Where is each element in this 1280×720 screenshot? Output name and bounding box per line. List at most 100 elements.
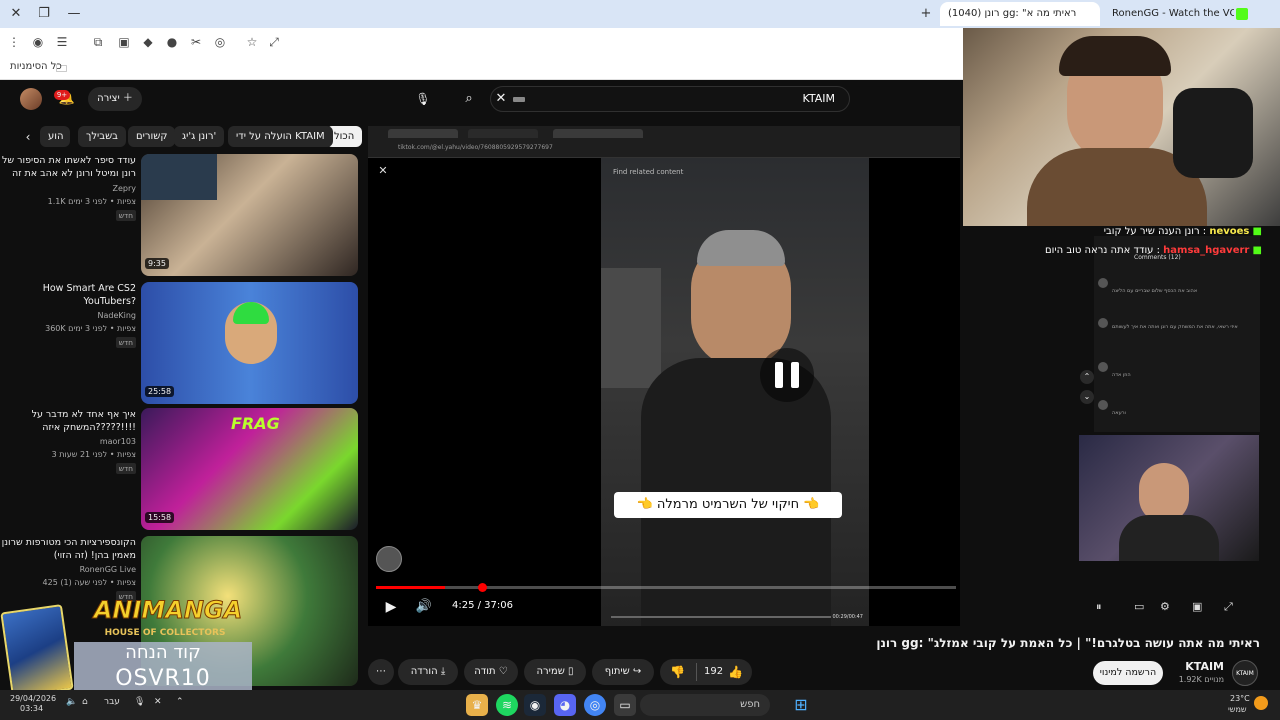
puzzle-icon[interactable]: ⧉ (90, 34, 106, 50)
more-actions-icon[interactable]: ⋯ (368, 659, 394, 685)
microphone-icon[interactable]: 🎙 (412, 88, 434, 110)
extension-icon[interactable]: ◉ (30, 34, 46, 50)
chip-uploaded-by[interactable]: הועלה על ידי KTAIM (228, 126, 333, 147)
tab-ronengg-vod[interactable]: RonenGG - Watch the VOD on (1104, 2, 1234, 26)
file-explorer-icon[interactable]: ▭ (614, 694, 636, 716)
channel-avatar[interactable]: KTAIM (1232, 660, 1258, 686)
chat-username[interactable]: hamsa_hgaverr (1163, 245, 1249, 256)
chevron-up-icon[interactable]: ⌃ (176, 697, 184, 707)
video-title[interactable]: איך אף אחד לא מדבר על המשחק איזה?????!!!… (0, 408, 136, 434)
kick-pause-icon[interactable]: ⏸ (1096, 600, 1102, 614)
save-button[interactable]: שמירה ▯ (524, 659, 586, 685)
window-minimize-icon[interactable]: — (64, 4, 84, 24)
chrome-icon[interactable]: ◎ (584, 694, 606, 716)
volume-icon[interactable]: 🔊 (414, 598, 434, 616)
theater-icon[interactable]: ▣ (1192, 600, 1202, 613)
language-indicator[interactable]: עבר (104, 697, 120, 707)
extension-icon-6[interactable]: ✂ (188, 34, 204, 50)
chip-for-you[interactable]: בשבילך (78, 126, 126, 147)
app-icon[interactable]: ♛ (466, 694, 488, 716)
extension-icon-3[interactable]: ▣ (116, 34, 132, 50)
settings-icon[interactable]: ⚙ (1160, 600, 1170, 613)
new-tab-button[interactable]: + (916, 4, 936, 24)
thanks-button[interactable]: תודה ♡ (464, 659, 518, 685)
download-label: הורדה (410, 666, 438, 677)
scroll-down-icon[interactable]: ⌄ (1080, 390, 1094, 404)
play-icon[interactable]: ▶ (382, 598, 400, 616)
list-item[interactable]: FRAG 15:58 איך אף אחד לא מדבר על המשחק א… (0, 408, 360, 534)
video-title[interactable]: עודד סיפר לאשתו את הסיפור של רונן ומיטל … (0, 154, 136, 180)
channel-name[interactable]: NadeKing (97, 311, 136, 320)
extension-icon-4[interactable]: ◆ (140, 34, 156, 50)
video-thumbnail[interactable]: FRAG (141, 408, 358, 530)
windows-start-icon[interactable]: ⊞ (790, 694, 812, 716)
fullscreen-icon[interactable]: ⤢ (1224, 600, 1233, 614)
avatar[interactable] (20, 88, 42, 110)
video-title[interactable]: How Smart Are CS2 YouTubers? (0, 282, 136, 308)
channel-name[interactable]: RonenGG Live (80, 565, 136, 574)
like-icon[interactable]: 👍 (728, 659, 743, 685)
download-button[interactable]: הורדה ⤓ (398, 659, 458, 685)
channel-name[interactable]: Zepry (112, 184, 136, 193)
spotify-icon[interactable]: ≋ (496, 694, 518, 716)
extension-icon-5[interactable]: ● (164, 34, 180, 50)
window-close-icon[interactable]: ✕ (6, 4, 26, 24)
steam-icon[interactable]: ◉ (524, 694, 546, 716)
progress-handle[interactable] (478, 583, 487, 592)
chip-more[interactable]: הוע (40, 126, 70, 147)
all-bookmarks-label[interactable]: כל הסימניות (10, 61, 62, 72)
close-icon[interactable]: ✕ (376, 164, 390, 178)
pause-overlay-icon[interactable] (760, 348, 814, 402)
search-icon[interactable]: ⌕ (458, 88, 480, 110)
list-item[interactable]: 25:58 How Smart Are CS2 YouTubers? NadeK… (0, 282, 360, 408)
promo-code: OSVR10 (115, 666, 211, 691)
inner-url: tiktok.com/@el.yahu/video/76088059295792… (398, 144, 553, 151)
keyboard-icon[interactable] (513, 97, 525, 102)
scroll-up-icon[interactable]: ⌃ (1080, 370, 1094, 384)
bookmark-star-icon[interactable]: ☆ (244, 34, 260, 50)
pause-bar (791, 362, 799, 388)
cast-icon[interactable]: ⤢ (266, 34, 282, 50)
duration-badge: 9:35 (145, 258, 169, 269)
mic-tray-icon[interactable]: 🎙 (134, 697, 145, 707)
share-button[interactable]: שיתוף ↪ (592, 659, 654, 685)
kick-badge-icon: ■ (1252, 245, 1262, 256)
taskbar-search[interactable]: חפש (640, 694, 770, 716)
captions-icon[interactable]: ▭ (1134, 600, 1144, 613)
clear-search-icon[interactable]: ✕ (492, 88, 510, 110)
chip-ronen[interactable]: רונן ג'יג' (174, 126, 225, 147)
create-button[interactable]: יצירה ＋ (88, 87, 142, 111)
browser-tab-bar: ✕ ❐ — + (1040) רונן gg: "ראיתי מה א Rone… (0, 0, 1280, 28)
webcam-overlay (963, 28, 1280, 230)
discord-icon[interactable]: ◕ (554, 694, 576, 716)
window-restore-icon[interactable]: ❐ (34, 4, 54, 24)
chat-username[interactable]: nevoes (1209, 226, 1249, 237)
list-item[interactable]: 9:35 עודד סיפר לאשתו את הסיפור של רונן ו… (0, 154, 360, 280)
volume-tray-icon[interactable]: 🔈 (66, 697, 77, 707)
tab-active[interactable]: (1040) רונן gg: "ראיתי מה א (940, 2, 1100, 26)
chips-scroll-left-icon[interactable]: ‹ (20, 128, 36, 146)
video-meta: 3 צפיות • לפני 21 שעות (51, 450, 136, 459)
tray-icon[interactable]: ✕ (154, 697, 162, 707)
bookmark-icon: ▯ (567, 666, 574, 677)
dislike-icon[interactable]: 👎 (670, 659, 685, 685)
search-input[interactable]: KTAIM (490, 86, 850, 112)
extension-icon-2[interactable]: ☰ (54, 34, 70, 50)
menu-icon[interactable]: ⋮ (6, 34, 22, 50)
like-count: 192 (704, 666, 724, 677)
extension-icon-7[interactable]: ◎ (212, 34, 228, 50)
new-badge: חדש (115, 337, 136, 348)
channel-name[interactable]: maor103 (100, 437, 136, 446)
weather-temp: 23°C (1230, 694, 1250, 703)
thumbnail-logo: FRAG (231, 414, 280, 433)
chip-related[interactable]: קשורים (128, 126, 176, 147)
kick-favicon-icon (1236, 8, 1248, 20)
network-tray-icon[interactable]: ⌂ (82, 697, 88, 707)
subscribe-button[interactable]: הרשמה למינוי (1093, 661, 1163, 685)
video-thumbnail[interactable] (141, 282, 358, 404)
video-thumbnail[interactable] (141, 154, 358, 276)
video-title[interactable]: הקונספירציות הכי מטורפות שרונן מאמין בהן… (0, 536, 136, 562)
progress-bar[interactable] (376, 586, 956, 589)
streamer-hair (1059, 36, 1171, 76)
channel-watermark[interactable] (376, 546, 402, 572)
